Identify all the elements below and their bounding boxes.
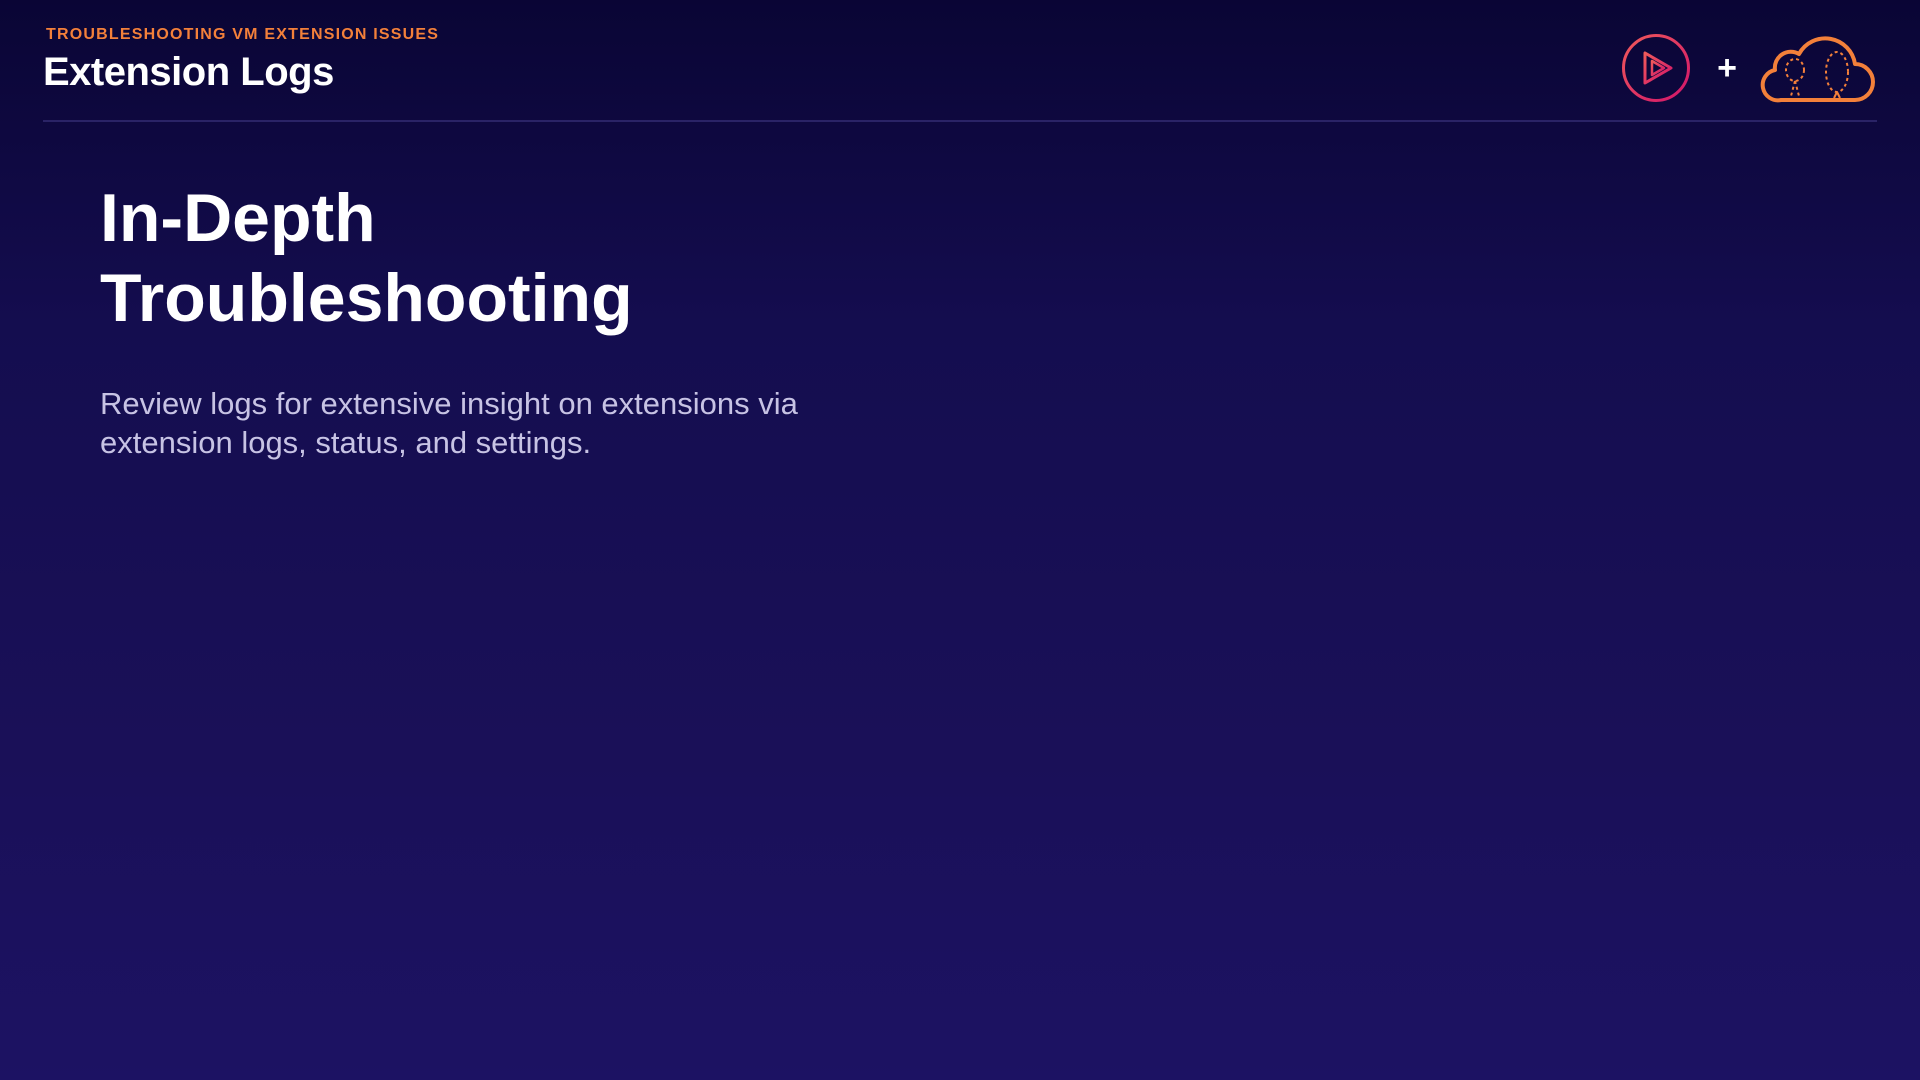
heading-line-2: Troubleshooting bbox=[100, 260, 633, 336]
plus-icon: + bbox=[1717, 49, 1737, 87]
play-logo-icon bbox=[1622, 34, 1691, 102]
cloud-logo-icon bbox=[1760, 36, 1875, 103]
heading-line-1: In-Depth bbox=[100, 180, 376, 256]
course-eyebrow: TROUBLESHOOTING VM EXTENSION ISSUES bbox=[46, 26, 440, 43]
brand-logos: + bbox=[1621, 30, 1877, 106]
slide-description: Review logs for extensive insight on ext… bbox=[100, 386, 798, 460]
slide-heading: In-Depth Troubleshooting bbox=[100, 178, 1000, 338]
module-title: Extension Logs bbox=[43, 50, 334, 94]
slide-content: In-Depth Troubleshooting Review logs for… bbox=[100, 178, 1000, 462]
slide-header: TROUBLESHOOTING VM EXTENSION ISSUES Exte… bbox=[43, 24, 1877, 122]
